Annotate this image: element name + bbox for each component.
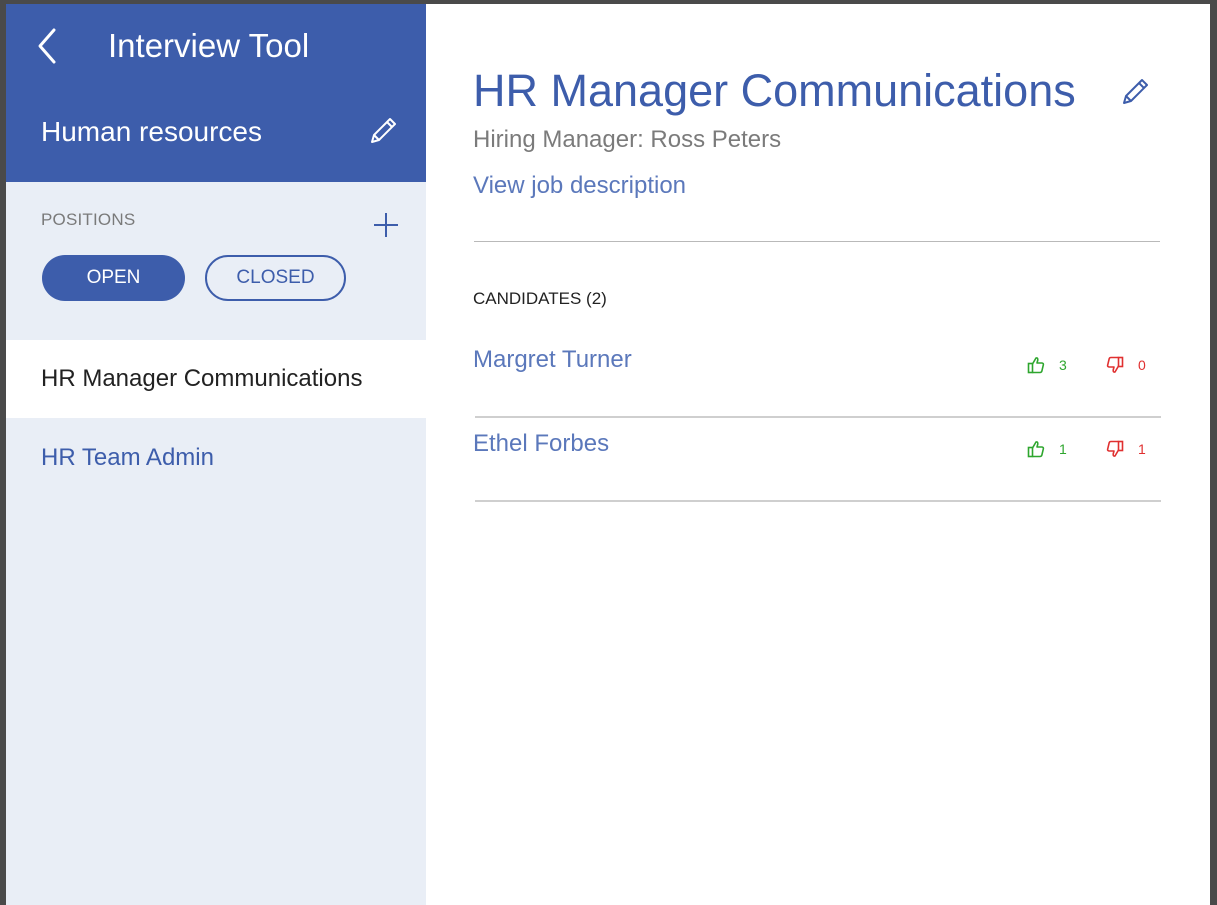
main-panel: HR Manager Communications Hiring Manager… [426,4,1210,905]
candidate-row: Ethel Forbes 1 1 [473,418,1161,502]
positions-label: POSITIONS [41,210,136,229]
upvote-count: 1 [1059,441,1067,457]
back-chevron-icon [38,28,56,64]
candidate-name[interactable]: Ethel Forbes [473,430,609,458]
upvote-button[interactable]: 1 [1027,440,1067,458]
add-position-button[interactable] [372,211,400,239]
pencil-icon [371,118,396,143]
candidate-name[interactable]: Margret Turner [473,346,632,374]
filter-closed-button[interactable]: CLOSED [205,255,346,301]
filter-open-button[interactable]: OPEN [42,255,185,301]
position-item-label: HR Manager Communications [41,365,363,392]
thumbs-up-icon [1027,441,1045,458]
downvote-count: 1 [1138,441,1146,457]
edit-department-button[interactable] [366,114,400,148]
sidebar: Interview Tool Human resources POSITIONS… [6,4,426,905]
upvote-count: 3 [1059,357,1067,373]
position-item-hr-manager-communications[interactable]: HR Manager Communications [6,340,426,418]
job-title: HR Manager Communications [473,65,1076,116]
back-button[interactable] [34,26,66,66]
sidebar-header: Interview Tool Human resources [6,4,426,182]
hiring-manager: Hiring Manager: Ross Peters [473,126,782,153]
divider [475,500,1161,502]
plus-icon [374,213,398,237]
thumbs-up-icon [1027,357,1045,374]
position-item-label: HR Team Admin [41,444,214,471]
upvote-button[interactable]: 3 [1027,356,1067,374]
position-item-hr-team-admin[interactable]: HR Team Admin [6,419,426,497]
divider [474,241,1160,242]
candidates-header: CANDIDATES (2) [473,289,607,308]
downvote-button[interactable]: 1 [1106,440,1146,458]
department-name: Human resources [41,116,262,147]
app-title: Interview Tool [108,27,310,64]
candidate-row: Margret Turner 3 0 [473,334,1161,418]
thumbs-down-icon [1106,440,1124,457]
pencil-icon [1123,79,1148,104]
thumbs-down-icon [1106,356,1124,373]
edit-job-button[interactable] [1118,75,1152,109]
downvote-button[interactable]: 0 [1106,356,1146,374]
view-job-description-link[interactable]: View job description [473,172,686,200]
downvote-count: 0 [1138,357,1146,373]
app-window: Interview Tool Human resources POSITIONS… [6,4,1210,905]
